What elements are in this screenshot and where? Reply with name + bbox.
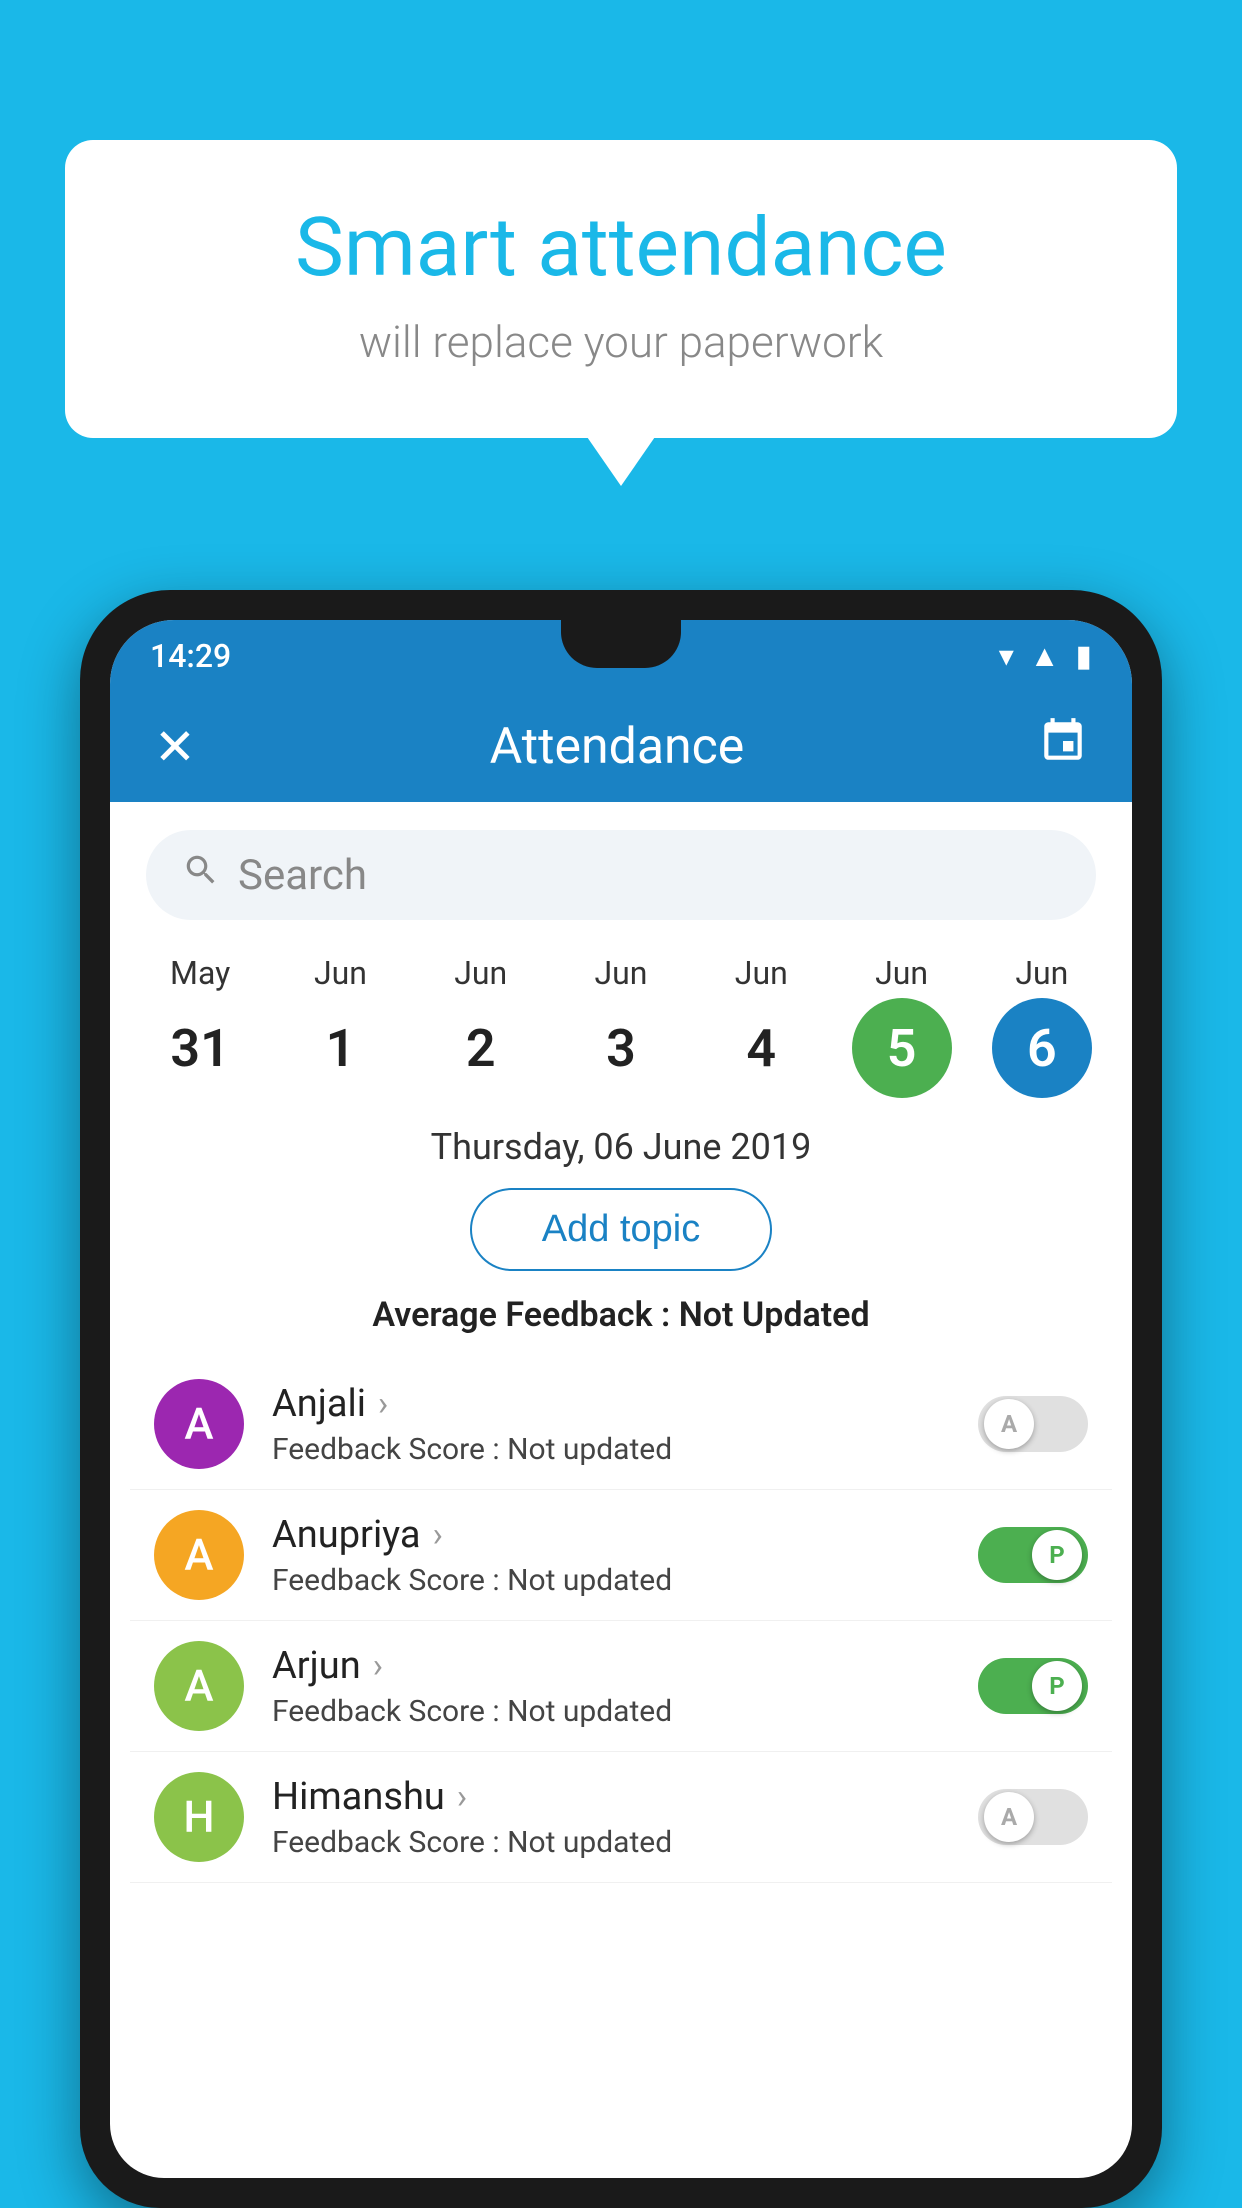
student-name-text: Anjali	[272, 1382, 366, 1426]
student-info-0: Anjali › Feedback Score : Not updated	[272, 1382, 978, 1467]
attendance-toggle-2[interactable]: P	[978, 1658, 1088, 1714]
calendar-date-number: 4	[711, 998, 811, 1098]
toggle-container-3[interactable]: A	[978, 1789, 1088, 1845]
wifi-icon: ▾	[999, 639, 1014, 674]
feedback-label: Feedback Score :	[272, 1694, 507, 1729]
speech-bubble-container: Smart attendance will replace your paper…	[65, 140, 1177, 438]
toggle-knob-0: A	[984, 1399, 1034, 1449]
calendar-date-number: 1	[290, 998, 390, 1098]
calendar-row: May 31 Jun 1 Jun 2 Jun 3 Jun 4 Jun 5 Jun 6	[110, 944, 1132, 1098]
calendar-date-number: 31	[150, 998, 250, 1098]
calendar-month-label: Jun	[595, 954, 648, 992]
calendar-month-label: Jun	[314, 954, 367, 992]
student-name-0: Anjali ›	[272, 1382, 978, 1426]
feedback-value: Not updated	[507, 1694, 672, 1729]
calendar-day-5[interactable]: Jun 5	[842, 954, 962, 1098]
calendar-month-label: May	[170, 954, 230, 992]
status-icons: ▾ ▲ ▮	[999, 639, 1092, 674]
calendar-day-1[interactable]: Jun 1	[280, 954, 400, 1098]
toggle-container-1[interactable]: P	[978, 1527, 1088, 1583]
toggle-knob-3: A	[984, 1792, 1034, 1842]
student-name-text: Arjun	[272, 1644, 361, 1688]
student-avatar-2: A	[154, 1641, 244, 1731]
chevron-icon: ›	[373, 1646, 383, 1686]
student-info-3: Himanshu › Feedback Score : Not updated	[272, 1775, 978, 1860]
student-item-2[interactable]: A Arjun › Feedback Score : Not updated P	[130, 1621, 1112, 1752]
toggle-container-2[interactable]: P	[978, 1658, 1088, 1714]
notch	[561, 620, 681, 668]
attendance-toggle-0[interactable]: A	[978, 1396, 1088, 1452]
calendar-date-number: 2	[431, 998, 531, 1098]
average-feedback-label: Average Feedback :	[372, 1295, 678, 1335]
student-item-0[interactable]: AAnjali ›Feedback Score : Not updatedA	[130, 1359, 1112, 1490]
student-name-text: Himanshu	[272, 1775, 445, 1819]
student-name-3: Himanshu ›	[272, 1775, 978, 1819]
calendar-date-number: 6	[992, 998, 1092, 1098]
signal-icon: ▲	[1030, 639, 1060, 674]
student-item-1[interactable]: A Anupriya › Feedback Score : Not updated P	[130, 1490, 1112, 1621]
calendar-month-label: Jun	[735, 954, 788, 992]
feedback-label: Feedback Score :	[272, 1563, 507, 1598]
speech-bubble: Smart attendance will replace your paper…	[65, 140, 1177, 438]
average-feedback: Average Feedback : Not Updated	[110, 1295, 1132, 1335]
feedback-value: Not updated	[507, 1825, 672, 1860]
student-avatar-0: A	[154, 1379, 244, 1469]
student-item-3[interactable]: HHimanshu ›Feedback Score : Not updatedA	[130, 1752, 1112, 1883]
student-avatar-3: H	[154, 1772, 244, 1862]
calendar-day-4[interactable]: Jun 4	[701, 954, 821, 1098]
attendance-toggle-1[interactable]: P	[978, 1527, 1088, 1583]
search-icon	[182, 851, 220, 899]
student-list: AAnjali ›Feedback Score : Not updatedAAA…	[110, 1359, 1132, 1883]
phone-screen: 14:29 ▾ ▲ ▮ ✕ Attendance S	[110, 620, 1132, 2178]
student-feedback-1: Feedback Score : Not updated	[272, 1563, 978, 1598]
student-avatar-1: A	[154, 1510, 244, 1600]
calendar-month-label: Jun	[454, 954, 507, 992]
average-feedback-value: Not Updated	[679, 1295, 870, 1335]
calendar-date-number: 3	[571, 998, 671, 1098]
feedback-label: Feedback Score :	[272, 1825, 507, 1860]
attendance-toggle-3[interactable]: A	[978, 1789, 1088, 1845]
student-name-text: Anupriya	[272, 1513, 421, 1557]
feedback-value: Not updated	[507, 1563, 672, 1598]
student-info-2: Arjun › Feedback Score : Not updated	[272, 1644, 978, 1729]
student-feedback-3: Feedback Score : Not updated	[272, 1825, 978, 1860]
app-bar: ✕ Attendance	[110, 692, 1132, 802]
toggle-container-0[interactable]: A	[978, 1396, 1088, 1452]
app-bar-title: Attendance	[490, 718, 745, 776]
feedback-label: Feedback Score :	[272, 1432, 507, 1467]
chevron-icon: ›	[378, 1384, 388, 1424]
status-bar: 14:29 ▾ ▲ ▮	[110, 620, 1132, 692]
calendar-month-label: Jun	[875, 954, 928, 992]
phone-frame: 14:29 ▾ ▲ ▮ ✕ Attendance S	[80, 590, 1162, 2208]
calendar-day-0[interactable]: May 31	[140, 954, 260, 1098]
status-time: 14:29	[150, 637, 231, 675]
speech-bubble-subtitle: will replace your paperwork	[145, 316, 1097, 368]
chevron-icon: ›	[433, 1515, 443, 1555]
student-info-1: Anupriya › Feedback Score : Not updated	[272, 1513, 978, 1598]
calendar-date-number: 5	[852, 998, 952, 1098]
calendar-month-label: Jun	[1015, 954, 1068, 992]
student-feedback-2: Feedback Score : Not updated	[272, 1694, 978, 1729]
calendar-day-6[interactable]: Jun 6	[982, 954, 1102, 1098]
battery-icon: ▮	[1075, 639, 1092, 674]
speech-bubble-title: Smart attendance	[145, 200, 1097, 296]
feedback-value: Not updated	[507, 1432, 672, 1467]
chevron-icon: ›	[457, 1777, 467, 1817]
toggle-knob-2: P	[1032, 1661, 1082, 1711]
add-topic-button[interactable]: Add topic	[470, 1188, 772, 1271]
student-name-2: Arjun ›	[272, 1644, 978, 1688]
student-name-1: Anupriya ›	[272, 1513, 978, 1557]
search-bar[interactable]: Search	[146, 830, 1096, 920]
toggle-knob-1: P	[1032, 1530, 1082, 1580]
calendar-day-3[interactable]: Jun 3	[561, 954, 681, 1098]
calendar-icon[interactable]	[1038, 716, 1088, 779]
close-icon[interactable]: ✕	[154, 718, 196, 777]
student-feedback-0: Feedback Score : Not updated	[272, 1432, 978, 1467]
calendar-day-2[interactable]: Jun 2	[421, 954, 541, 1098]
search-input-placeholder: Search	[238, 851, 367, 900]
selected-date: Thursday, 06 June 2019	[110, 1126, 1132, 1168]
